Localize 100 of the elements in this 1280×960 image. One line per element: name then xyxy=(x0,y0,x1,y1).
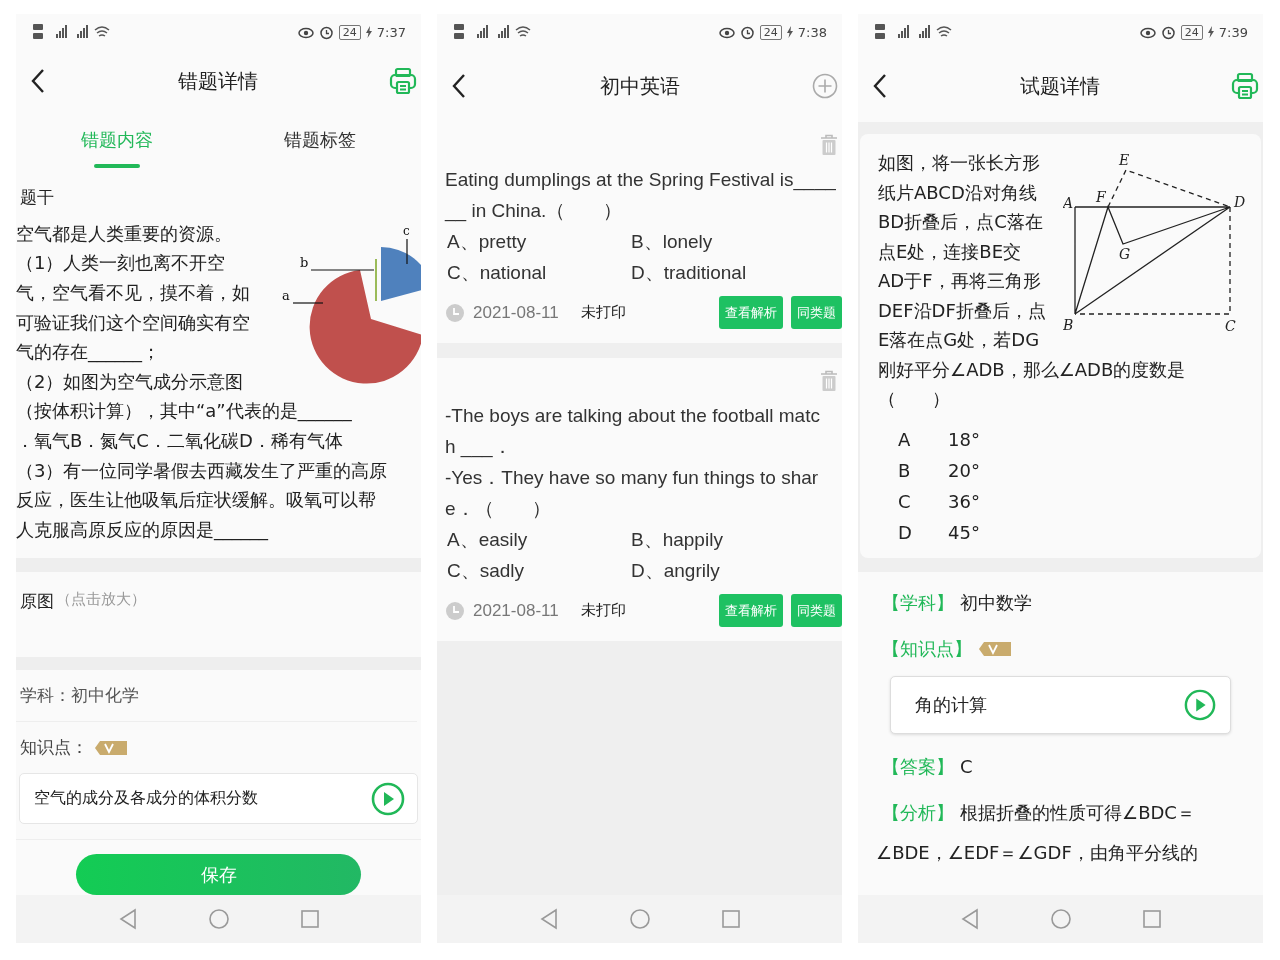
charging-icon xyxy=(365,26,372,38)
chart-label: a xyxy=(282,287,290,303)
question-text-line: __ in China.（ ） xyxy=(445,199,624,224)
section-tag: 【分析】 xyxy=(882,800,954,825)
answer-option: C、national xyxy=(447,257,631,288)
subject-text: 学科：初中化学 xyxy=(16,670,417,723)
home-circle-icon[interactable] xyxy=(628,908,651,930)
action-button[interactable]: 查看解析 xyxy=(719,594,783,627)
question-text-line: ．氧气B．氮气C．二氧化碳D．稀有气体 xyxy=(16,429,343,454)
eye-icon xyxy=(718,25,735,39)
question-text-line: -The boys are talking about the football matc xyxy=(445,404,821,428)
answer-option: A、easily xyxy=(447,524,631,555)
play-icon[interactable] xyxy=(371,781,405,816)
action-button[interactable]: 同类题 xyxy=(791,594,842,627)
question-text-line: -Yes．They have so many fun things to shar xyxy=(445,466,820,490)
question-text-line: 点E处，连接BE交 xyxy=(878,239,1022,264)
print-icon[interactable] xyxy=(389,67,417,95)
knowledge-point-item[interactable]: 角的计算 xyxy=(890,675,1231,734)
option-value: 45° xyxy=(948,520,981,545)
play-icon[interactable] xyxy=(1184,688,1216,721)
question-text-line: 可验证我们这个空间确实有空 xyxy=(16,310,250,335)
page-title: 试题详情 xyxy=(1019,72,1100,100)
question-text-line: Eating dumplings at the Spring Festival is____ xyxy=(445,168,837,193)
point-label: D xyxy=(1234,194,1246,210)
battery-level: 24 xyxy=(338,24,361,40)
print-status: 未打印 xyxy=(580,303,626,322)
analysis-text-line: 根据折叠的性质可得∠BDC＝ xyxy=(960,800,1195,825)
answer-option: A、pretty xyxy=(447,226,631,257)
section-tag: 【答案】 xyxy=(882,754,954,779)
date-text: 2021-08-11 xyxy=(473,302,559,323)
leader-line xyxy=(310,269,375,271)
question-text-line: 反应，医生让他吸氧后症状缓解。吸氧可以帮 xyxy=(16,488,376,513)
charging-icon xyxy=(1207,26,1214,38)
clock-icon xyxy=(445,302,465,323)
point-label: G xyxy=(1119,246,1131,262)
section-tag: 【知识点】 xyxy=(882,636,972,661)
question-text-line: （按体积计算），其中“a”代表的是______ xyxy=(16,399,352,424)
question-text-line: （ ） xyxy=(878,387,950,411)
question-text-line: BD折叠后，点C落在 xyxy=(878,210,1043,234)
back-triangle-icon[interactable] xyxy=(959,908,980,930)
add-icon[interactable] xyxy=(812,73,838,99)
page-title: 错题详情 xyxy=(177,67,258,95)
home-circle-icon[interactable] xyxy=(1049,908,1072,930)
option-letter: C xyxy=(898,489,912,514)
answer-text: C xyxy=(960,756,973,777)
question-text-line: 人克服高原反应的原因是______ xyxy=(16,517,268,543)
alarm-icon xyxy=(739,24,755,40)
question-text-line: h ___． xyxy=(445,435,513,460)
question-text-line: e．（ ） xyxy=(445,497,552,521)
clock-icon xyxy=(445,600,465,621)
print-icon[interactable] xyxy=(1231,72,1259,100)
recents-square-icon[interactable] xyxy=(1141,909,1162,929)
home-circle-icon[interactable] xyxy=(207,908,230,930)
recents-square-icon[interactable] xyxy=(720,909,741,929)
section-label: 知识点： xyxy=(20,736,88,760)
answer-option: D、angrily xyxy=(631,555,842,586)
charging-icon xyxy=(786,26,793,38)
back-icon[interactable] xyxy=(872,73,888,99)
section-tag: 【学科】 xyxy=(882,590,954,615)
status-time: 7:38 xyxy=(797,24,827,40)
question-text-line: （3）有一位同学暑假去西藏发生了严重的高原 xyxy=(16,458,388,483)
alarm-icon xyxy=(1160,24,1176,40)
recents-square-icon[interactable] xyxy=(299,909,320,929)
option-value: 36° xyxy=(948,489,981,514)
question-text-line: 气，空气看不见，摸不着，如 xyxy=(16,281,250,306)
subject-text: 初中数学 xyxy=(960,590,1032,615)
page-title: 初中英语 xyxy=(599,72,680,100)
zoom-link[interactable]: （点击放大） xyxy=(56,589,146,613)
question-text-line: （2）如图为空气成分示意图 xyxy=(16,369,244,394)
print-status: 未打印 xyxy=(580,601,626,620)
back-triangle-icon[interactable] xyxy=(117,908,138,930)
date-text: 2021-08-11 xyxy=(473,600,559,621)
point-label: C xyxy=(1225,318,1236,334)
option-value: 20° xyxy=(948,458,981,483)
back-icon[interactable] xyxy=(30,68,46,94)
question-text-line: E落在点G处，若DG xyxy=(878,328,1040,352)
question-text-line: 纸片ABCD沿对角线 xyxy=(878,180,1037,205)
tab[interactable]: 错题标签 xyxy=(218,112,421,174)
chart-label: b xyxy=(300,254,309,270)
answer-option: B、lonely xyxy=(631,226,842,257)
save-button[interactable]: 保存 xyxy=(76,854,361,895)
tab[interactable]: 错题内容 xyxy=(16,112,219,174)
knowledge-point-item[interactable]: 空气的成分及各成分的体积分数 xyxy=(19,773,418,824)
chart-label: c xyxy=(403,223,410,238)
back-triangle-icon[interactable] xyxy=(538,908,559,930)
point-label: F xyxy=(1096,189,1106,205)
option-letter: A xyxy=(898,427,912,452)
question-text-line: 气的存在______； xyxy=(16,340,160,365)
battery-level: 24 xyxy=(759,24,782,40)
answer-option: C、sadly xyxy=(447,555,631,586)
vip-tag-icon xyxy=(978,640,1012,657)
trash-icon[interactable] xyxy=(820,134,838,156)
back-icon[interactable] xyxy=(451,73,467,99)
trash-icon[interactable] xyxy=(820,370,838,392)
action-button[interactable]: 同类题 xyxy=(791,296,842,329)
question-text-line: 空气都是人类重要的资源。 xyxy=(16,221,232,246)
action-button[interactable]: 查看解析 xyxy=(719,296,783,329)
status-time: 7:37 xyxy=(376,24,406,40)
eye-icon xyxy=(297,25,314,39)
answer-option: B、happily xyxy=(631,524,842,555)
